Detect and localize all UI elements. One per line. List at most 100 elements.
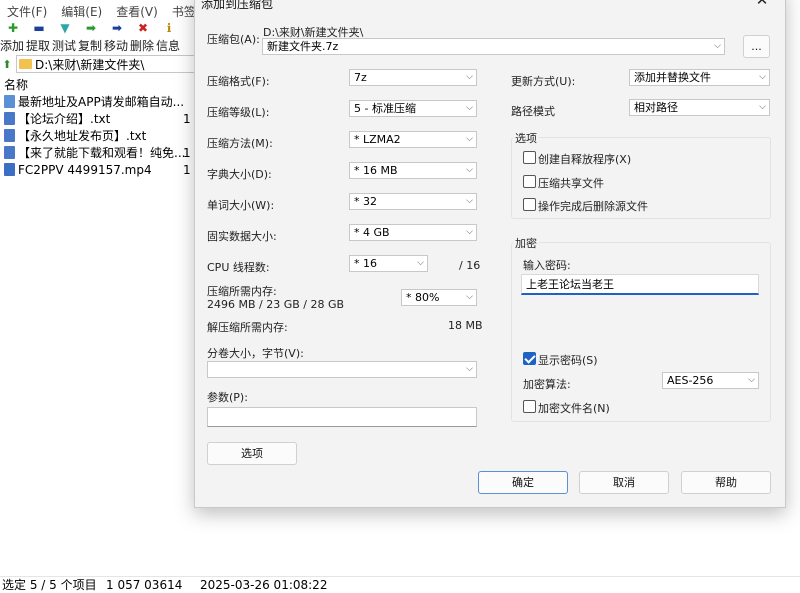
check-arrow-icon: ▼ <box>60 21 70 35</box>
text-file-icon <box>4 129 15 142</box>
address-bar[interactable]: D:\来财\新建文件夹\ <box>16 55 200 73</box>
dict-combo[interactable]: * 16 MB ⌵ <box>349 162 477 179</box>
delete-x-icon: ✖ <box>137 21 149 35</box>
toolbar: ✚ 添加 ▬ 提取 ▼ 测试 ➡ 复制 ➡ 移动 ✖ 删除 ℹ 信息 <box>0 21 200 53</box>
delete-after-label: 操作完成后删除源文件 <box>538 200 648 213</box>
copy-arrow-icon: ➡ <box>85 21 97 35</box>
close-icon[interactable]: ✕ <box>739 0 785 13</box>
level-label: 压缩等级(L): <box>207 106 270 119</box>
address-text: D:\来财\新建文件夹\ <box>35 57 145 72</box>
split-combo[interactable]: ⌵ <box>207 361 477 378</box>
browse-button[interactable]: ... <box>743 35 770 58</box>
file-row[interactable]: 【来了就能下载和观看！纯免... 1 <box>0 144 200 161</box>
toolbar-button-label: 提取 <box>26 39 51 53</box>
solid-combo[interactable]: * 4 GB ⌵ <box>349 224 477 241</box>
info-icon: ℹ <box>166 21 172 35</box>
params-label: 参数(P): <box>207 391 248 404</box>
chevron-down-icon: ⌵ <box>748 375 755 385</box>
delete-after-checkbox[interactable] <box>523 198 536 211</box>
method-value: * LZMA2 <box>354 133 401 146</box>
text-file-icon <box>4 95 15 108</box>
file-name: 【来了就能下载和观看！纯免... <box>18 146 186 160</box>
enc-method-combo[interactable]: AES-256 ⌵ <box>662 372 759 389</box>
cancel-button[interactable]: 取消 <box>579 471 669 494</box>
dict-value: * 16 MB <box>354 164 398 177</box>
path-mode-label: 路径模式 <box>511 105 555 118</box>
chevron-down-icon: ⌵ <box>466 227 473 237</box>
menu-view[interactable]: 查看(V) <box>109 3 165 20</box>
toolbar-button-label: 复制 <box>78 39 103 53</box>
toolbar-button-label: 删除 <box>130 39 155 53</box>
chevron-down-icon: ⌵ <box>417 258 424 268</box>
chevron-down-icon: ⌵ <box>466 103 473 113</box>
password-label: 输入密码: <box>523 259 571 272</box>
cpu-value: * 16 <box>354 257 377 270</box>
cpu-combo[interactable]: * 16 ⌵ <box>349 255 428 272</box>
minus-icon: ▬ <box>33 21 45 35</box>
method-combo[interactable]: * LZMA2 ⌵ <box>349 131 477 148</box>
ok-button[interactable]: 确定 <box>478 471 568 494</box>
show-password-label: 显示密码(S) <box>538 354 598 367</box>
chevron-down-icon: ⌵ <box>759 72 766 82</box>
toolbar-button-5[interactable]: ✖ 删除 <box>130 21 156 53</box>
toolbar-button-0[interactable]: ✚ 添加 <box>0 21 26 53</box>
chevron-down-icon: ⌵ <box>466 364 473 374</box>
path-mode-value: 相对路径 <box>634 101 678 114</box>
up-folder-icon[interactable]: ⬆ <box>0 58 14 71</box>
menu-edit[interactable]: 编辑(E) <box>54 3 109 20</box>
mem-comp-label: 压缩所需内存: <box>207 285 277 298</box>
file-name: 【论坛介绍】.txt <box>18 112 111 126</box>
sfx-label: 创建自释放程序(X) <box>538 153 632 166</box>
solid-label: 固实数据大小: <box>207 230 277 243</box>
file-row[interactable]: 【论坛介绍】.txt 1 <box>0 110 200 127</box>
update-combo[interactable]: 添加并替换文件 ⌵ <box>629 69 770 86</box>
shared-checkbox[interactable] <box>523 175 536 188</box>
word-combo[interactable]: * 32 ⌵ <box>349 193 477 210</box>
toolbar-button-label: 信息 <box>156 39 181 53</box>
file-row[interactable]: 【永久地址发布页】.txt <box>0 127 200 144</box>
word-label: 单词大小(W): <box>207 199 275 212</box>
path-mode-combo[interactable]: 相对路径 ⌵ <box>629 99 770 116</box>
sfx-checkbox[interactable] <box>523 151 536 164</box>
level-combo[interactable]: 5 - 标准压缩 ⌵ <box>349 100 477 117</box>
help-button[interactable]: 帮助 <box>681 471 771 494</box>
shared-label: 压缩共享文件 <box>538 177 604 190</box>
toolbar-button-3[interactable]: ➡ 复制 <box>78 21 104 53</box>
cpu-label: CPU 线程数: <box>207 261 270 274</box>
chevron-down-icon: ⌵ <box>759 102 766 112</box>
file-row[interactable]: FC2PPV 4499157.mp4 1 0 <box>0 161 202 178</box>
move-arrow-icon: ➡ <box>111 21 123 35</box>
encrypt-names-label: 加密文件名(N) <box>538 402 610 415</box>
chevron-down-icon: ⌵ <box>466 292 473 302</box>
chevron-down-icon: ⌵ <box>466 196 473 206</box>
mem-comp-value: 2496 MB / 23 GB / 28 GB <box>207 298 345 311</box>
mem-decomp-label: 解压缩所需内存: <box>207 321 288 334</box>
folder-icon <box>19 59 32 69</box>
toolbar-button-4[interactable]: ➡ 移动 <box>104 21 130 53</box>
chevron-down-icon: ⌵ <box>466 165 473 175</box>
encrypt-names-checkbox[interactable] <box>523 400 536 413</box>
format-combo[interactable]: 7z ⌵ <box>349 69 477 86</box>
cpu-total: / 16 <box>459 259 481 272</box>
file-list: 最新地址及APP请发邮箱自动... 【论坛介绍】.txt 1 【永久地址发布页】.tx… <box>0 93 202 178</box>
mem-decomp-value: 18 MB <box>448 319 483 332</box>
plus-icon: ✚ <box>7 21 19 35</box>
password-input[interactable]: 上老王论坛当老王 <box>521 274 759 295</box>
params-input[interactable] <box>207 407 477 427</box>
toolbar-button-1[interactable]: ▬ 提取 <box>26 21 52 53</box>
mem-percent-combo[interactable]: * 80% ⌵ <box>401 289 477 306</box>
toolbar-button-2[interactable]: ▼ 测试 <box>52 21 78 53</box>
archive-name-combo[interactable]: 新建文件夹.7z ⌵ <box>262 38 725 55</box>
toolbar-button-6[interactable]: ℹ 信息 <box>156 21 182 53</box>
file-name: 【永久地址发布页】.txt <box>18 129 147 143</box>
status-bar: 选定 5 / 5 个项目 1 057 03614 2025-03-26 01:0… <box>0 576 800 592</box>
file-row[interactable]: 最新地址及APP请发邮箱自动... <box>0 93 200 110</box>
column-header-name[interactable]: 名称 <box>4 76 28 93</box>
address-row: ⬆ D:\来财\新建文件夹\ <box>0 54 200 74</box>
chevron-down-icon: ⌵ <box>466 72 473 82</box>
level-value: 5 - 标准压缩 <box>354 102 416 115</box>
mem-percent-value: * 80% <box>406 291 440 304</box>
options-button[interactable]: 选项 <box>207 442 297 465</box>
menu-file[interactable]: 文件(F) <box>0 3 54 20</box>
show-password-checkbox[interactable] <box>523 352 536 365</box>
